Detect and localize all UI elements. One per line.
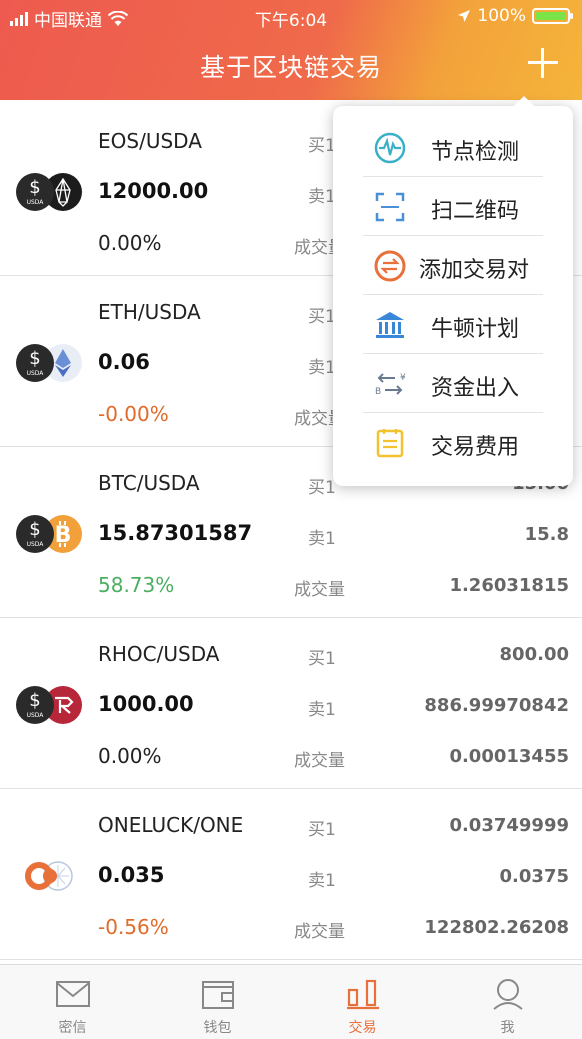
volume-label: 成交量 bbox=[294, 922, 345, 942]
menu-item-node-check[interactable]: 节点检测 bbox=[333, 118, 573, 177]
buy-value: 0.03749999 bbox=[449, 815, 569, 836]
page-title: 基于区块链交易 bbox=[199, 53, 382, 82]
menu-item-newton-plan[interactable]: 牛顿计划 bbox=[333, 295, 573, 354]
menu-item-label: 扫二维码 bbox=[431, 199, 520, 224]
top-header: 中国联通 下午6:04 100% 基于区块链交易 bbox=[0, 0, 582, 100]
pair-name: ONELUCK/ONE bbox=[98, 813, 244, 837]
pair-name: ETH/USDA bbox=[98, 300, 201, 324]
sell-label: 卖1 bbox=[308, 871, 336, 891]
tab-mail[interactable]: 密信 bbox=[0, 965, 145, 1039]
add-plus-button[interactable] bbox=[526, 46, 560, 80]
bank-icon bbox=[376, 312, 404, 338]
pair-name: RHOC/USDA bbox=[98, 642, 220, 666]
pair-price: 12000.00 bbox=[98, 179, 209, 203]
volume-label: 成交量 bbox=[294, 751, 345, 771]
volume-value: 122802.26208 bbox=[424, 917, 569, 938]
tab-label: 密信 bbox=[58, 1020, 87, 1036]
sell-value: 15.8 bbox=[524, 524, 569, 545]
menu-item-trading-fees[interactable]: 交易费用 bbox=[333, 413, 573, 472]
menu-item-label: 资金出入 bbox=[431, 376, 520, 401]
mail-icon bbox=[55, 981, 90, 1007]
add-pair-icon bbox=[374, 250, 406, 282]
scan-qr-icon bbox=[375, 192, 405, 222]
buy-label: 买1 bbox=[308, 820, 336, 840]
pulse-icon bbox=[374, 132, 406, 164]
chart-icon bbox=[346, 979, 379, 1010]
svg-text:B: B bbox=[375, 387, 381, 397]
menu-item-funds-transfer[interactable]: ¥ B 资金出入 bbox=[333, 354, 573, 413]
buy-label: 买1 bbox=[308, 136, 336, 156]
menu-item-label: 牛顿计划 bbox=[431, 317, 520, 342]
pair-row[interactable]: $ USDA RHOC/USDA 1000.00 0.00% 买1 卖1 成交量 … bbox=[0, 618, 582, 789]
tab-me[interactable]: 我 bbox=[435, 965, 580, 1039]
sell-label: 卖1 bbox=[308, 529, 336, 549]
pair-price: 0.06 bbox=[98, 350, 150, 374]
tab-wallet[interactable]: 钱包 bbox=[145, 965, 290, 1039]
buy-label: 买1 bbox=[308, 649, 336, 669]
usda-rhoc-icon: $ USDA bbox=[16, 686, 86, 724]
tab-label: 交易 bbox=[348, 1020, 377, 1036]
pair-change: 58.73% bbox=[98, 573, 175, 597]
menu-item-label: 交易费用 bbox=[431, 435, 520, 460]
pair-change: -0.00% bbox=[98, 402, 169, 426]
pair-change: 0.00% bbox=[98, 744, 162, 768]
pair-change: -0.56% bbox=[98, 915, 169, 939]
menu-item-label: 添加交易对 bbox=[419, 258, 530, 283]
buy-value: 800.00 bbox=[499, 644, 569, 665]
pair-price: 0.035 bbox=[98, 863, 165, 887]
transfer-icon: ¥B bbox=[375, 373, 406, 397]
svg-text:¥: ¥ bbox=[400, 373, 406, 383]
menu-item-scan-qr[interactable]: 扫二维码 bbox=[333, 177, 573, 236]
pair-price: 1000.00 bbox=[98, 692, 194, 716]
battery-percent: 100% bbox=[477, 6, 526, 26]
battery-icon bbox=[532, 8, 573, 24]
tab-trade[interactable]: 交易 bbox=[290, 965, 435, 1039]
location-arrow-icon bbox=[458, 10, 471, 22]
sell-label: 卖1 bbox=[308, 700, 336, 720]
pair-price: 15.87301587 bbox=[98, 521, 253, 545]
volume-value: 0.00013455 bbox=[449, 746, 569, 767]
buy-label: 买1 bbox=[308, 478, 336, 498]
sell-label: 卖1 bbox=[308, 187, 336, 207]
action-dropdown-menu: 节点检测 扫二维码 添加交易对 牛顿计划 ¥ B 资金出入 交易费用 bbox=[333, 96, 573, 486]
svg-text:B: B bbox=[55, 523, 72, 548]
status-bar: 中国联通 下午6:04 100% bbox=[0, 0, 582, 32]
fee-icon bbox=[376, 429, 404, 458]
pair-name: EOS/USDA bbox=[98, 129, 202, 153]
wallet-icon bbox=[201, 981, 234, 1009]
sell-label: 卖1 bbox=[308, 358, 336, 378]
tab-label: 钱包 bbox=[203, 1020, 232, 1036]
pair-row[interactable]: ONELUCK/ONE 0.035 -0.56% 买1 卖1 成交量 0.037… bbox=[0, 789, 582, 960]
menu-item-add-pair[interactable]: 添加交易对 bbox=[333, 236, 573, 295]
sell-value: 886.99970842 bbox=[424, 695, 569, 716]
buy-label: 买1 bbox=[308, 307, 336, 327]
volume-label: 成交量 bbox=[294, 580, 345, 600]
bottom-tab-bar: 密信 钱包 交易 我 bbox=[0, 964, 582, 1039]
tab-label: 我 bbox=[500, 1020, 515, 1036]
menu-item-label: 节点检测 bbox=[431, 140, 520, 165]
usda-eth-icon: $ USDA bbox=[16, 344, 86, 382]
sell-value: 0.0375 bbox=[499, 866, 569, 887]
oneluck-one-icon bbox=[16, 857, 86, 895]
pair-change: 0.00% bbox=[98, 231, 162, 255]
pair-name: BTC/USDA bbox=[98, 471, 200, 495]
usda-btc-icon: B $ USDA bbox=[16, 515, 86, 553]
volume-value: 1.26031815 bbox=[449, 575, 569, 596]
usda-eos-icon: $ USDA bbox=[16, 173, 86, 211]
profile-icon bbox=[492, 979, 523, 1010]
